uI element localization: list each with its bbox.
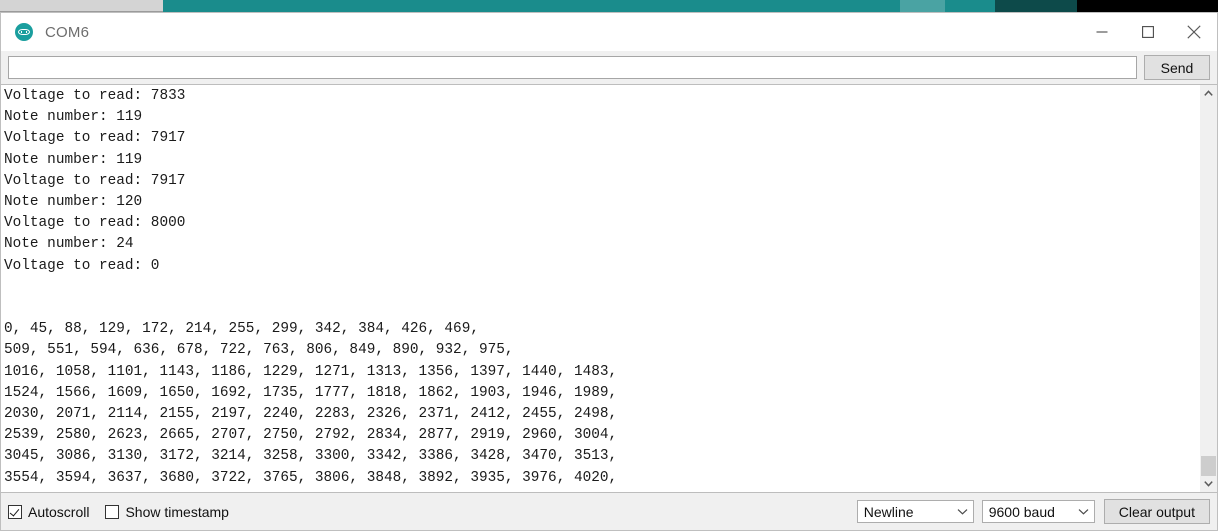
show-timestamp-checkbox-box[interactable] [105,504,120,519]
chevron-down-icon [953,508,973,515]
serial-monitor-window: COM6 Send Voltage to read: 7833 Note num… [0,12,1218,531]
maximize-icon[interactable] [1125,13,1171,51]
baud-rate-value: 9600 baud [988,503,1055,520]
bottom-toolbar-right: Newline 9600 baud Clear output [849,499,1210,524]
background-strip-teal [163,0,900,12]
desktop-background-strip [0,0,1218,12]
window-controls [1079,13,1217,51]
line-ending-value: Newline [863,503,914,520]
chevron-down-icon[interactable] [1200,475,1217,492]
show-timestamp-label: Show timestamp [125,503,229,520]
arduino-logo-icon [15,23,33,41]
window-title: COM6 [45,23,90,41]
serial-output-text[interactable]: Voltage to read: 7833 Note number: 119 V… [1,85,1199,492]
background-strip-teal-mid [945,0,995,12]
chevron-down-icon [1074,508,1094,515]
background-strip-teal-dark [995,0,1077,12]
chevron-up-icon[interactable] [1200,85,1217,102]
autoscroll-checkbox-box[interactable] [8,504,22,519]
send-button[interactable]: Send [1144,55,1210,80]
background-strip-black [1077,0,1218,12]
send-row: Send [1,51,1217,84]
clear-output-button[interactable]: Clear output [1103,499,1210,524]
minimize-icon[interactable] [1079,13,1125,51]
show-timestamp-checkbox[interactable]: Show timestamp [105,503,229,520]
output-scrollbar[interactable] [1199,85,1217,492]
autoscroll-label: Autoscroll [28,503,90,520]
close-icon[interactable] [1171,13,1217,51]
bottom-toolbar: Autoscroll Show timestamp Newline 9600 b… [1,493,1217,530]
line-ending-select[interactable]: Newline [856,500,974,523]
background-strip-teal-light [900,0,945,12]
scrollbar-track[interactable] [1200,102,1217,475]
baud-rate-select[interactable]: 9600 baud [981,500,1095,523]
title-bar: COM6 [1,13,1217,51]
scrollbar-thumb[interactable] [1201,456,1216,476]
serial-output-area: Voltage to read: 7833 Note number: 119 V… [1,84,1217,493]
serial-send-input[interactable] [8,56,1137,79]
autoscroll-checkbox[interactable]: Autoscroll [8,504,89,520]
